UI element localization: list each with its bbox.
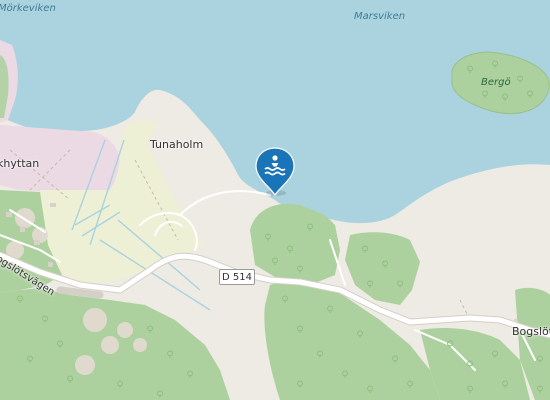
water-label-marsviken: Marsviken [354, 11, 406, 22]
map-view[interactable]: Mörkeviken Marsviken Bergö Tunaholm Bogs… [0, 0, 550, 400]
road-shield-d514: D 514 [219, 269, 255, 285]
place-label-tunaholm: Tunaholm [150, 138, 204, 151]
map-canvas [0, 0, 550, 400]
island-label-bergo: Bergö [481, 77, 511, 88]
marker-pin-shape [255, 147, 295, 197]
bathing-place-marker[interactable] [254, 146, 296, 198]
place-label-bogslot: Bogslöt [512, 325, 550, 338]
place-label-okkhyttan: Ökkhyttan [0, 157, 40, 170]
water-label-morkeviken: Mörkeviken [0, 3, 56, 14]
